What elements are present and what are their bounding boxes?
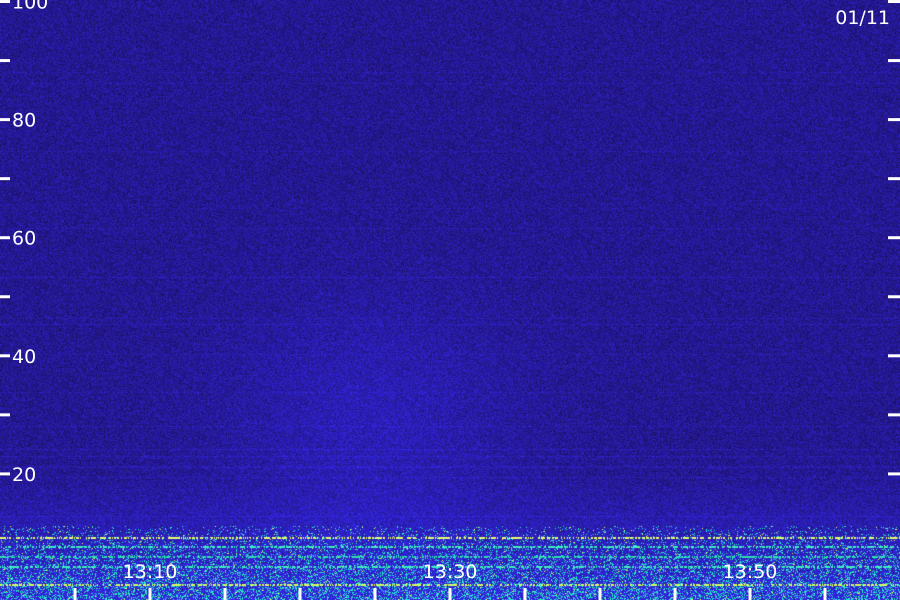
spectrogram-canvas: [0, 0, 900, 600]
